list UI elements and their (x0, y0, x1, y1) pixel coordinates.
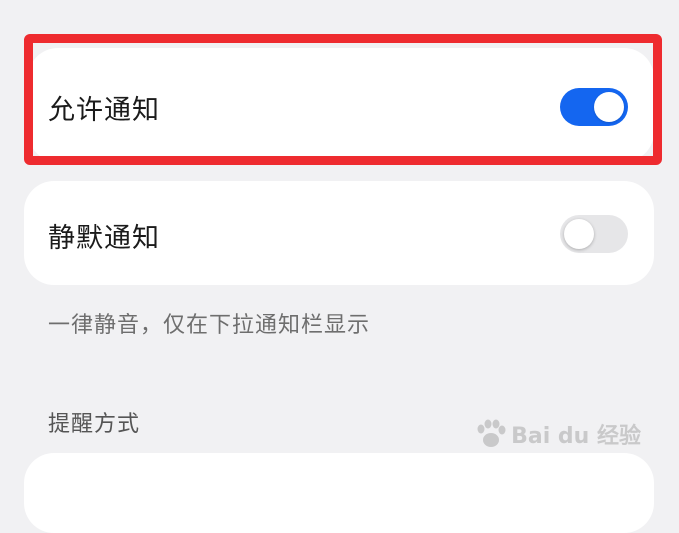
allow-notifications-card: 允许通知 (28, 48, 654, 162)
silent-notifications-card: 静默通知 (24, 181, 654, 285)
reminder-section-title: 提醒方式 (48, 412, 141, 437)
paw-icon (477, 419, 506, 447)
silent-notifications-description: 一律静音，仅在下拉通知栏显示 (48, 313, 371, 338)
allow-notifications-label: 允许通知 (48, 95, 160, 126)
silent-notifications-toggle[interactable] (560, 215, 628, 253)
baidu-watermark: Bai du 经验 (473, 418, 641, 450)
toggle-knob (564, 219, 594, 249)
allow-notifications-toggle[interactable] (560, 88, 628, 126)
silent-notifications-label: 静默通知 (48, 223, 160, 254)
toggle-knob (594, 92, 624, 122)
reminder-options-card (24, 453, 654, 533)
watermark-text: Bai du 经验 (511, 424, 641, 449)
